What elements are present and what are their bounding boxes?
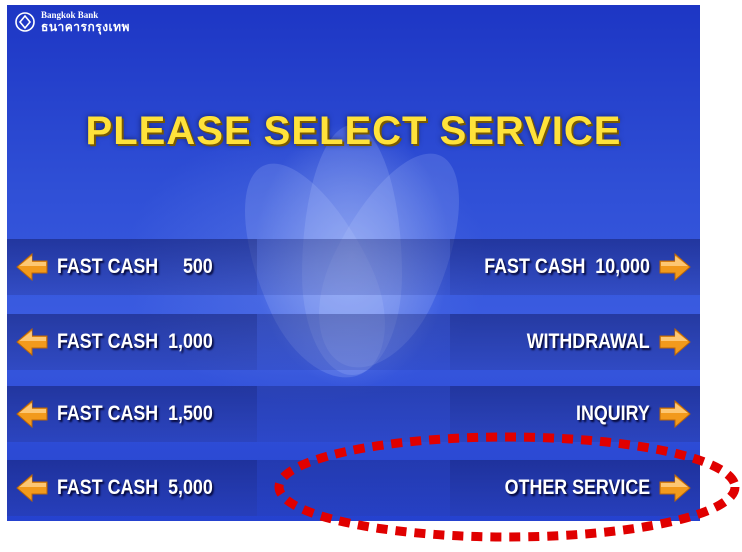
option-label: FAST CASH 1,500 bbox=[57, 402, 213, 425]
bar-middle bbox=[257, 386, 450, 442]
fast-cash-5000-option[interactable]: FAST CASH 5,000 bbox=[7, 460, 257, 516]
option-label: INQUIRY bbox=[576, 402, 650, 425]
option-label: FAST CASH 5,000 bbox=[57, 476, 213, 499]
left-arrow-icon[interactable] bbox=[15, 250, 49, 284]
option-label: OTHER SERVICE bbox=[504, 476, 650, 499]
bar-middle bbox=[257, 239, 450, 295]
bank-name-english: Bangkok Bank bbox=[41, 10, 99, 20]
fast-cash-500-option[interactable]: FAST CASH 500 bbox=[7, 239, 257, 295]
option-label: FAST CASH 1,000 bbox=[57, 330, 213, 353]
right-arrow-icon[interactable] bbox=[658, 250, 692, 284]
lotus-logo-icon bbox=[15, 12, 35, 32]
right-arrow-icon[interactable] bbox=[658, 397, 692, 431]
screen-title: PLEASE SELECT SERVICE bbox=[85, 109, 622, 153]
fast-cash-1000-option[interactable]: FAST CASH 1,000 bbox=[7, 314, 257, 370]
option-label: FAST CASH 10,000 bbox=[484, 255, 650, 278]
bank-logo: Bangkok Bank ธนาคารกรุงเทพ bbox=[15, 11, 130, 33]
withdrawal-option[interactable]: WITHDRAWAL bbox=[450, 314, 700, 370]
right-arrow-icon[interactable] bbox=[658, 325, 692, 359]
left-arrow-icon[interactable] bbox=[15, 325, 49, 359]
bar-middle bbox=[257, 460, 450, 516]
right-arrow-icon[interactable] bbox=[658, 471, 692, 505]
inquiry-option[interactable]: INQUIRY bbox=[450, 386, 700, 442]
option-label: FAST CASH 500 bbox=[57, 255, 213, 278]
fast-cash-10000-option[interactable]: FAST CASH 10,000 bbox=[450, 239, 700, 295]
left-arrow-icon[interactable] bbox=[15, 397, 49, 431]
fast-cash-1500-option[interactable]: FAST CASH 1,500 bbox=[7, 386, 257, 442]
other-service-option[interactable]: OTHER SERVICE bbox=[450, 460, 700, 516]
option-label: WITHDRAWAL bbox=[527, 330, 650, 353]
atm-screen: Bangkok Bank ธนาคารกรุงเทพ PLEASE SELECT… bbox=[7, 5, 700, 521]
bar-middle bbox=[257, 314, 450, 370]
bank-name-thai: ธนาคารกรุงเทพ bbox=[41, 20, 130, 34]
left-arrow-icon[interactable] bbox=[15, 471, 49, 505]
